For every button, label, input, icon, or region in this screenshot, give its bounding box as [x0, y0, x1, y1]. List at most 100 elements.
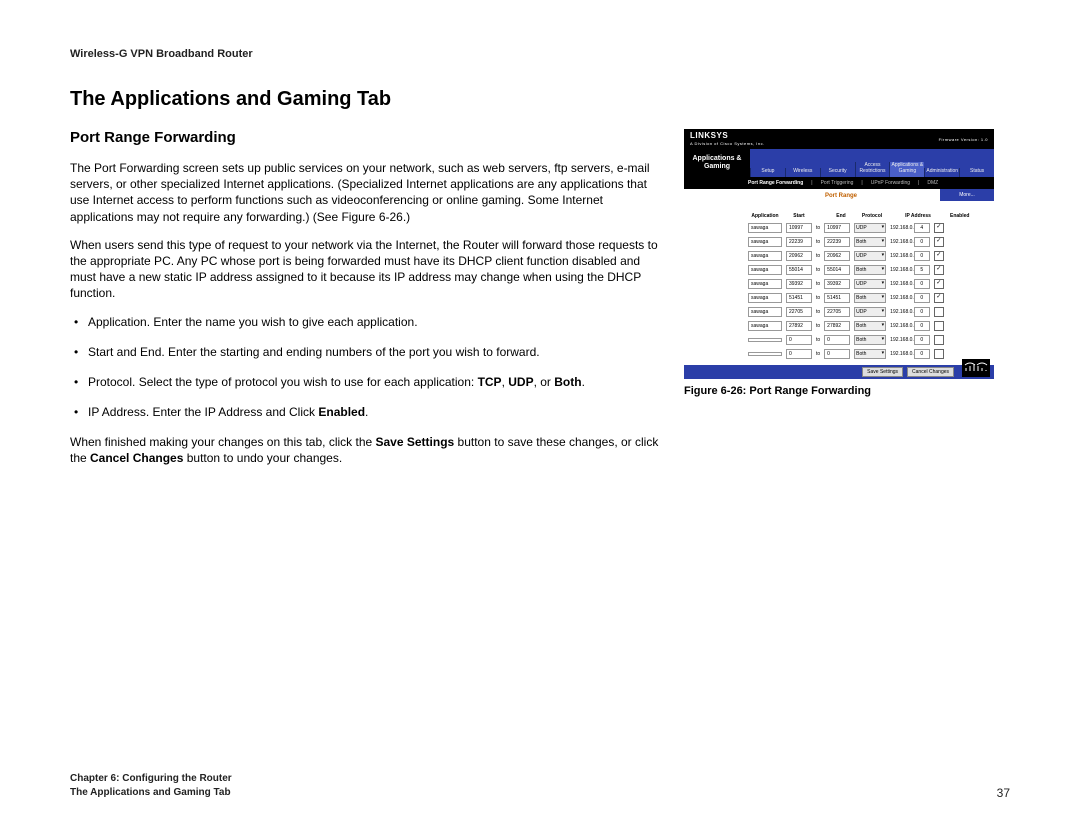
app-input[interactable]: sawaga [748, 237, 782, 247]
app-input[interactable] [748, 338, 782, 342]
tab-access-restrictions[interactable]: Access Restrictions [855, 162, 890, 177]
paragraph-1: The Port Forwarding screen sets up publi… [70, 160, 660, 225]
ip-cell: 192.168.0.0 [890, 307, 930, 317]
protocol-select[interactable]: Both [854, 349, 886, 359]
cisco-logo [962, 359, 990, 377]
ip-octet-input[interactable]: 0 [914, 321, 930, 331]
footer-chapter: Chapter 6: Configuring the Router [70, 773, 232, 784]
ip-octet-input[interactable]: 4 [914, 223, 930, 233]
more-link[interactable]: More... [940, 189, 994, 201]
ip-octet-input[interactable]: 0 [914, 349, 930, 359]
sub-title: Port Range Forwarding [70, 129, 660, 146]
subnav-port-range-forwarding[interactable]: Port Range Forwarding [748, 180, 803, 186]
content-title: Port Range [748, 193, 934, 199]
cancel-changes-button[interactable]: Cancel Changes [907, 367, 954, 377]
start-input[interactable]: 27892 [786, 321, 812, 331]
protocol-select[interactable]: Both [854, 293, 886, 303]
enabled-checkbox[interactable] [934, 251, 944, 261]
enabled-checkbox[interactable] [934, 223, 944, 233]
end-input[interactable]: 27892 [824, 321, 850, 331]
app-input[interactable]: sawaga [748, 223, 782, 233]
protocol-tcp: TCP [478, 375, 502, 389]
ip-cell: 192.168.0.4 [890, 223, 930, 233]
ip-octet-input[interactable]: 5 [914, 265, 930, 275]
app-input[interactable]: sawaga [748, 307, 782, 317]
end-input[interactable]: 55014 [824, 265, 850, 275]
protocol-select[interactable]: UDP [854, 307, 886, 317]
start-input[interactable]: 51451 [786, 293, 812, 303]
end-input[interactable]: 51451 [824, 293, 850, 303]
app-input[interactable]: sawaga [748, 293, 782, 303]
start-input[interactable]: 0 [786, 349, 812, 359]
protocol-both: Both [554, 375, 581, 389]
ip-cell: 192.168.0.0 [890, 349, 930, 359]
subnav-port-triggering[interactable]: Port Triggering [821, 180, 854, 186]
enabled-checkbox[interactable] [934, 321, 944, 331]
end-input[interactable]: 22705 [824, 307, 850, 317]
protocol-select[interactable]: UDP [854, 251, 886, 261]
enabled-checkbox[interactable] [934, 265, 944, 275]
app-input[interactable]: sawaga [748, 251, 782, 261]
end-input[interactable]: 39392 [824, 279, 850, 289]
end-input[interactable]: 0 [824, 335, 850, 345]
subnav-dmz[interactable]: DMZ [927, 180, 938, 186]
enabled-checkbox[interactable] [934, 349, 944, 359]
col-header-end: End [828, 213, 854, 219]
app-input[interactable]: sawaga [748, 265, 782, 275]
figure-caption: Figure 6-26: Port Range Forwarding [684, 385, 994, 397]
enabled-checkbox[interactable] [934, 279, 944, 289]
protocol-select[interactable]: UDP [854, 279, 886, 289]
ip-octet-input[interactable]: 0 [914, 279, 930, 289]
enabled-checkbox[interactable] [934, 307, 944, 317]
save-settings-button[interactable]: Save Settings [862, 367, 903, 377]
start-input[interactable]: 39392 [786, 279, 812, 289]
subnav-upnp-forwarding[interactable]: UPnP Forwarding [871, 180, 910, 186]
tab-wireless[interactable]: Wireless [785, 168, 820, 177]
protocol-select[interactable]: Both [854, 265, 886, 275]
end-input[interactable]: 20962 [824, 251, 850, 261]
start-input[interactable]: 20962 [786, 251, 812, 261]
to-label: to [816, 253, 820, 259]
protocol-select[interactable]: Both [854, 335, 886, 345]
table-row: sawaga 20962 to 20962 UDP 192.168.0.0 [748, 251, 984, 261]
app-input[interactable]: sawaga [748, 321, 782, 331]
tab-setup[interactable]: Setup [750, 168, 785, 177]
start-input[interactable]: 10997 [786, 223, 812, 233]
start-input[interactable]: 22705 [786, 307, 812, 317]
app-input[interactable] [748, 352, 782, 356]
firmware-version: Firmware Version: 1.0 [939, 137, 988, 142]
ip-octet-input[interactable]: 0 [914, 307, 930, 317]
brand-logo: LINKSYS [690, 131, 728, 140]
enabled-checkbox[interactable] [934, 237, 944, 247]
cancel-changes-label: Cancel Changes [90, 451, 183, 465]
ip-octet-input[interactable]: 0 [914, 293, 930, 303]
ip-octet-input[interactable]: 0 [914, 237, 930, 247]
to-label: to [816, 225, 820, 231]
bullet-start-end: Start and End. Enter the starting and en… [88, 344, 660, 360]
start-input[interactable]: 55014 [786, 265, 812, 275]
end-input[interactable]: 22239 [824, 237, 850, 247]
table-row: sawaga22239to22239Both192.168.0.0 [748, 237, 984, 247]
start-input[interactable]: 0 [786, 335, 812, 345]
end-input[interactable]: 10997 [824, 223, 850, 233]
tab-status[interactable]: Status [959, 168, 994, 177]
ip-octet-input[interactable]: 0 [914, 251, 930, 261]
start-input[interactable]: 22239 [786, 237, 812, 247]
protocol-select[interactable]: Both [854, 237, 886, 247]
ip-octet-input[interactable]: 0 [914, 335, 930, 345]
tab-administration[interactable]: Administration [924, 168, 959, 177]
page-header: Wireless-G VPN Broadband Router [70, 48, 1010, 60]
protocol-select[interactable]: UDP [854, 223, 886, 233]
to-label: to [816, 309, 820, 315]
ip-cell: 192.168.0.0 [890, 335, 930, 345]
table-row: 0to0Both192.168.0.0 [748, 335, 984, 345]
enabled-checkbox[interactable] [934, 335, 944, 345]
app-input[interactable]: sawaga [748, 279, 782, 289]
paragraph-2: When users send this type of request to … [70, 237, 660, 302]
ip-cell: 192.168.0.0 [890, 251, 930, 261]
enabled-checkbox[interactable] [934, 293, 944, 303]
tab-security[interactable]: Security [820, 168, 855, 177]
end-input[interactable]: 0 [824, 349, 850, 359]
protocol-select[interactable]: Both [854, 321, 886, 331]
tab-applications-gaming[interactable]: Applications & Gaming [889, 162, 924, 177]
